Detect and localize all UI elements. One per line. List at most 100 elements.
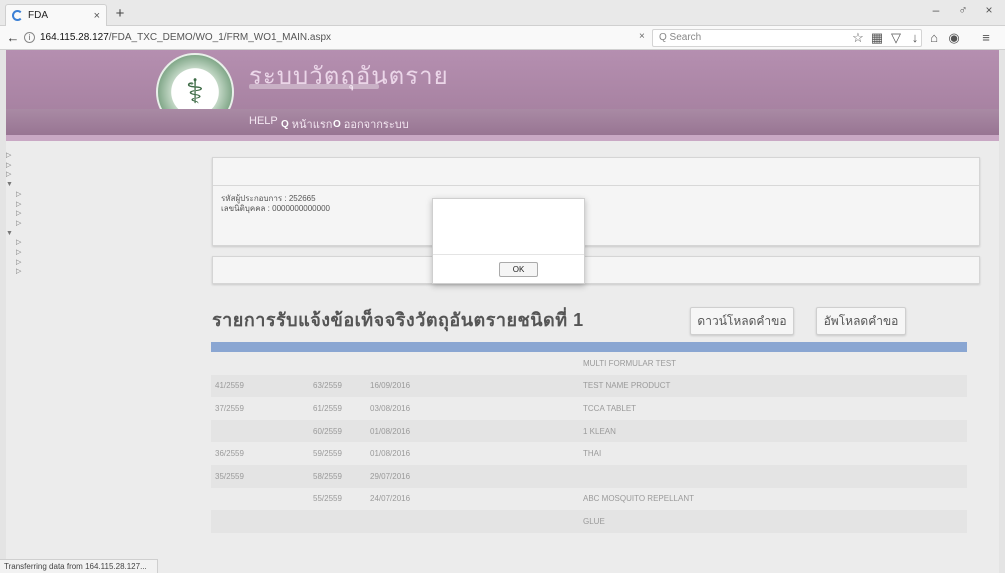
company-info-panel: รหัสผู้ประกอบการ : 252665 เลขนิติบุคคล :… <box>212 157 980 246</box>
column-header <box>309 342 366 352</box>
table-cell <box>211 419 309 443</box>
table-header-row <box>211 342 967 352</box>
address-bar[interactable]: 164.115.28.127/FDA_TXC_DEMO/WO_1/FRM_WO1… <box>40 30 570 46</box>
row-status <box>767 510 855 533</box>
pocket-icon[interactable]: ▽ <box>888 30 904 46</box>
download-request-button[interactable]: ดาวน์โหลดคำขอ <box>690 307 794 335</box>
collapsed-arrow-icon: ▷ <box>16 258 22 266</box>
sidebar-item[interactable]: ▼ <box>6 229 206 239</box>
url-path: /FDA_TXC_DEMO/WO_1/FRM_WO1_MAIN.aspx <box>108 32 332 43</box>
row-status <box>767 374 855 398</box>
table-cell: 41/2559 <box>211 374 309 398</box>
site-header: ⚕ ระบบวัตถุอันตราย HELP Q หน้าแรก O ออกจ… <box>6 50 999 135</box>
row-action-link[interactable] <box>855 487 967 511</box>
sidebar-item[interactable]: ▷ <box>6 238 206 248</box>
tab-close-icon[interactable]: × <box>94 10 100 22</box>
collapsed-arrow-icon: ▷ <box>16 219 22 227</box>
list-title: รายการรับแจ้งข้อเท็จจริงวัตถุอันตรายชนิด… <box>212 310 584 330</box>
row-action-link[interactable] <box>855 442 967 465</box>
row-status <box>767 442 855 465</box>
upload-request-button[interactable]: อัพโหลดคำขอ <box>816 307 906 335</box>
clear-url-icon[interactable]: × <box>639 31 645 42</box>
dialog-divider <box>433 254 584 255</box>
table-cell: ABC MOSQUITO REPELLANT <box>579 487 767 511</box>
sidebar-item[interactable]: ▷ <box>6 161 206 171</box>
sidebar-item[interactable]: ▷ <box>6 190 206 200</box>
table-row: MULTI FORMULAR TEST <box>211 352 967 375</box>
table-cell: 1 KLEAN <box>579 419 767 443</box>
sidebar-tree: ▷ ▷ ▷ ▼ ▷ ▷ ▷ ▷ ▼ ▷ ▷ ▷ ▷ <box>6 151 206 277</box>
logout-link[interactable]: O ออกจากระบบ <box>333 115 409 133</box>
tab-title: FDA <box>28 10 48 21</box>
table-cell: 24/07/2016 <box>366 487 426 511</box>
table-cell <box>426 464 579 488</box>
fda-emblem-icon: ⚕ <box>185 72 205 112</box>
row-action-link[interactable] <box>855 352 967 375</box>
download-icon[interactable]: ↓ <box>907 30 923 46</box>
minimize-icon[interactable]: – <box>925 3 947 17</box>
sidebar-item[interactable]: ▷ <box>6 267 206 277</box>
help-link[interactable]: HELP <box>249 115 278 127</box>
new-tab-button[interactable]: + <box>111 5 129 23</box>
row-action-link[interactable] <box>855 510 967 533</box>
table-cell: 35/2559 <box>211 464 309 488</box>
logout-icon: O <box>333 118 341 130</box>
sidebar-item[interactable]: ▷ <box>6 170 206 180</box>
sidebar-item[interactable]: ▷ <box>6 248 206 258</box>
sidebar-item[interactable]: ▼ <box>6 180 206 190</box>
juristic-number: เลขนิติบุคคล : 0000000000000 <box>221 204 330 213</box>
table-cell: 01/08/2016 <box>366 442 426 465</box>
home-icon[interactable]: ⌂ <box>926 30 942 46</box>
row-action-link[interactable] <box>855 464 967 488</box>
collapsed-arrow-icon: ▷ <box>6 152 12 159</box>
table-cell <box>426 352 579 375</box>
table-row: 41/2559 63/2559 16/09/2016 TEST NAME PRODUC… <box>211 374 967 398</box>
menu-icon[interactable]: ≡ <box>978 30 994 46</box>
browser-tab-bar: FDA × + – ♂ × <box>0 0 1005 26</box>
star-icon[interactable]: ☆ <box>850 30 866 46</box>
sidebar-item[interactable]: ▷ <box>6 200 206 210</box>
browser-nav-bar: ← i 164.115.28.127/FDA_TXC_DEMO/WO_1/FRM… <box>0 26 1005 50</box>
row-action-link[interactable] <box>855 397 967 420</box>
row-status <box>767 397 855 420</box>
table-cell <box>211 510 309 533</box>
app-title: ระบบวัตถุอันตราย <box>249 63 449 90</box>
close-window-icon[interactable]: × <box>978 3 1000 17</box>
table-cell <box>211 352 309 375</box>
home-link-icon: Q <box>281 118 289 130</box>
sidebar-item[interactable]: ▷ <box>6 258 206 268</box>
collapsed-arrow-icon: ▷ <box>16 190 22 198</box>
ok-button[interactable]: OK <box>499 262 538 277</box>
table-cell: THAI <box>579 442 767 465</box>
back-arrow-icon[interactable]: ← <box>4 29 22 47</box>
library-icon[interactable]: ▦ <box>869 30 885 46</box>
row-status <box>767 419 855 443</box>
row-action-link[interactable] <box>855 419 967 443</box>
sidebar-item[interactable]: ▷ <box>6 209 206 219</box>
table-cell <box>426 487 579 511</box>
request-table: MULTI FORMULAR TEST 41/2559 63/2559 16/09/2… <box>211 342 967 533</box>
table-cell <box>426 397 579 420</box>
row-action-link[interactable] <box>855 374 967 398</box>
account-icon[interactable]: ◉ <box>946 30 962 46</box>
restore-icon[interactable]: ♂ <box>952 3 974 17</box>
column-header <box>855 342 967 352</box>
alert-dialog: OK <box>432 198 585 284</box>
table-cell <box>426 442 579 465</box>
expanded-arrow-icon: ▼ <box>6 181 13 189</box>
table-row: 55/2559 24/07/2016 ABC MOSQUITO REPELLANT <box>211 487 967 511</box>
table-cell: TEST NAME PRODUCT <box>579 374 767 398</box>
status-panel <box>212 256 980 284</box>
row-status <box>767 464 855 488</box>
table-cell <box>366 510 426 533</box>
info-icon[interactable]: i <box>24 32 35 43</box>
collapsed-arrow-icon: ▷ <box>6 171 12 179</box>
column-header <box>579 342 767 352</box>
sidebar-item[interactable]: ▷ <box>6 219 206 229</box>
browser-tab[interactable]: FDA × <box>5 4 107 26</box>
table-cell <box>426 510 579 533</box>
sidebar-item[interactable]: ▷ <box>6 151 206 161</box>
logout-label: ออกจากระบบ <box>343 119 409 131</box>
home-link[interactable]: Q หน้าแรก <box>281 115 332 133</box>
table-cell <box>366 352 426 375</box>
